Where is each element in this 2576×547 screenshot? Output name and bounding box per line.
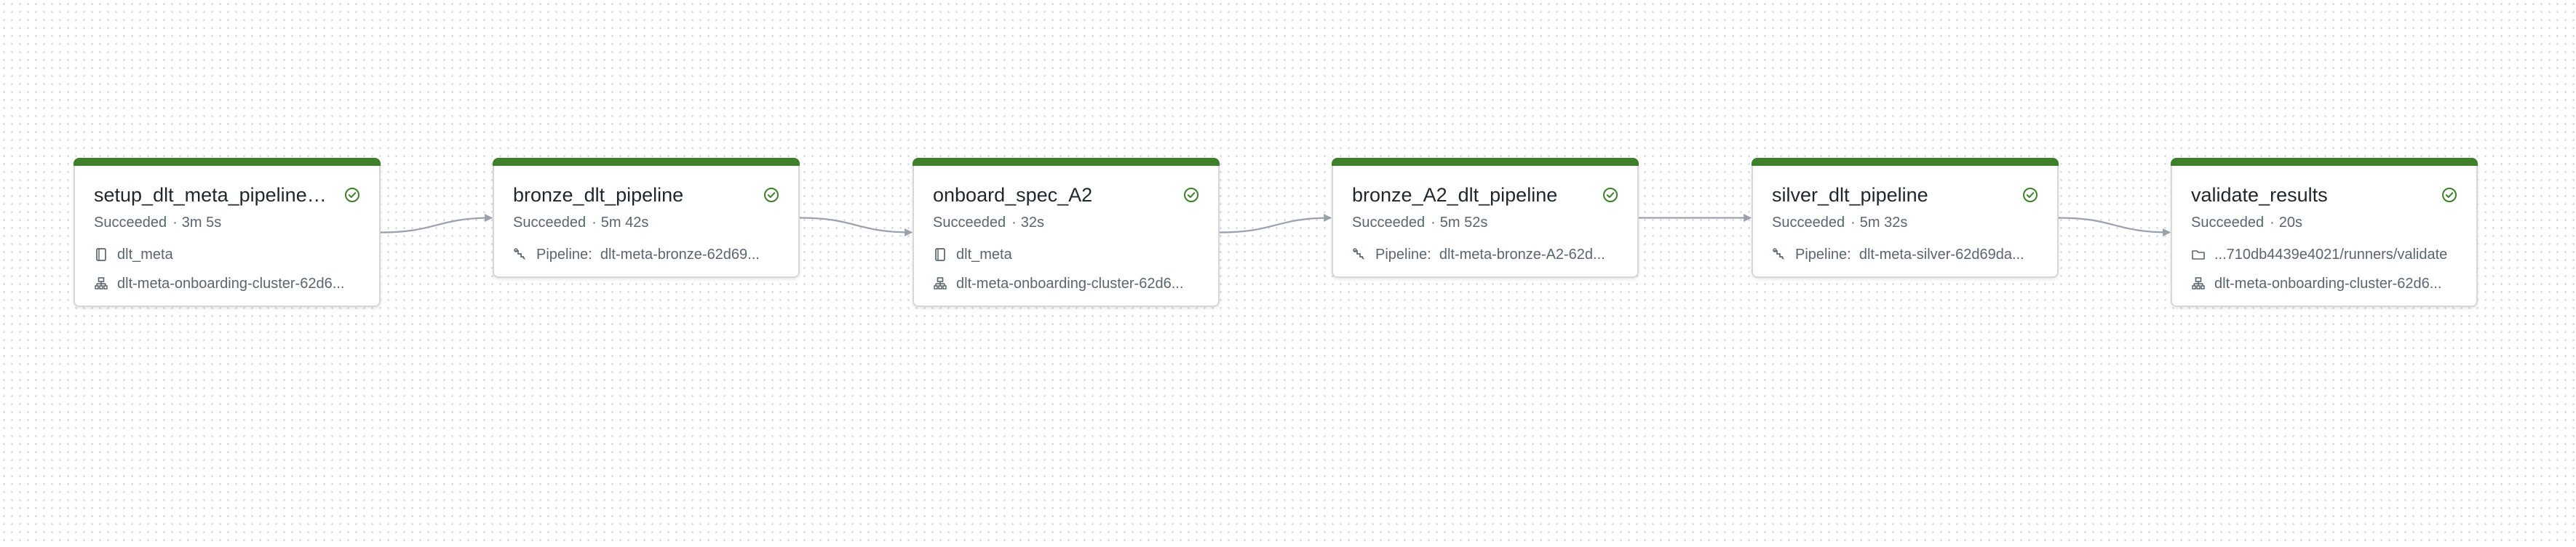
task-node-setup-dlt-meta-pipeline[interactable]: setup_dlt_meta_pipeline_... Succeeded · 3m … bbox=[73, 158, 381, 307]
job-dag-canvas[interactable]: setup_dlt_meta_pipeline_... Succeeded · 3m … bbox=[0, 0, 2576, 547]
task-detail-pipeline: Pipeline: dlt-meta-bronze-A2-62d... bbox=[1352, 245, 1621, 264]
dependency-edge bbox=[2058, 217, 2171, 236]
task-status-line: Succeeded · 5m 32s bbox=[1772, 213, 1907, 232]
detail-text[interactable]: dlt-meta-onboarding-cluster-62d6... bbox=[956, 274, 1202, 293]
task-detail-cluster: dlt-meta-onboarding-cluster-62d6... bbox=[933, 274, 1202, 293]
task-detail-notebook: dlt_meta bbox=[933, 245, 1202, 264]
duration-text: 5m 32s bbox=[1859, 215, 1908, 231]
detail-label: Pipeline: bbox=[1795, 247, 1851, 263]
detail-value: dlt-meta-silver-62d69da... bbox=[1859, 247, 2024, 263]
task-node-bronze-a2-dlt-pipeline[interactable]: bronze_A2_dlt_pipeline Succeeded · 5m 52s Pi… bbox=[1332, 158, 1639, 278]
dependency-edge bbox=[380, 214, 493, 233]
check-circle-icon bbox=[2441, 187, 2457, 203]
detail-text[interactable]: dlt-meta-onboarding-cluster-62d6... bbox=[117, 274, 363, 293]
dependency-edge bbox=[1219, 214, 1332, 233]
detail-text[interactable]: Pipeline: dlt-meta-silver-62d69da... bbox=[1795, 245, 2041, 264]
detail-text[interactable]: ...710db4439e4021/runners/validate bbox=[2214, 245, 2460, 264]
duration-text: 5m 42s bbox=[600, 215, 649, 231]
duration-text: 3m 5s bbox=[181, 215, 222, 231]
task-status-line: Succeeded · 20s bbox=[2191, 213, 2302, 232]
detail-text[interactable]: Pipeline: dlt-meta-bronze-62d69... bbox=[536, 245, 782, 264]
check-circle-icon bbox=[1602, 187, 1618, 203]
detail-value: dlt-meta-bronze-A2-62d... bbox=[1439, 247, 1605, 263]
task-status-line: Succeeded · 3m 5s bbox=[94, 213, 221, 232]
task-detail-cluster: dlt-meta-onboarding-cluster-62d6... bbox=[94, 274, 363, 293]
notebook-icon bbox=[94, 247, 108, 262]
duration-text: 5m 52s bbox=[1439, 215, 1488, 231]
task-detail-pipeline: Pipeline: dlt-meta-bronze-62d69... bbox=[513, 245, 782, 264]
detail-text[interactable]: dlt_meta bbox=[117, 245, 363, 264]
pipeline-icon bbox=[1772, 247, 1786, 262]
detail-label: Pipeline: bbox=[1375, 247, 1431, 263]
status-bar bbox=[1752, 158, 2059, 166]
task-detail-folder: ...710db4439e4021/runners/validate bbox=[2191, 245, 2460, 264]
separator-dot: · bbox=[1431, 215, 1436, 231]
task-title: onboard_spec_A2 bbox=[933, 184, 1093, 206]
check-circle-icon bbox=[763, 187, 779, 203]
status-text: Succeeded bbox=[94, 215, 167, 231]
notebook-icon bbox=[933, 247, 947, 262]
task-title: bronze_dlt_pipeline bbox=[513, 184, 684, 206]
detail-label: Pipeline: bbox=[536, 247, 592, 263]
pipeline-icon bbox=[513, 247, 528, 262]
task-node-bronze-dlt-pipeline[interactable]: bronze_dlt_pipeline Succeeded · 5m 42s Pipel… bbox=[493, 158, 800, 278]
task-detail-cluster: dlt-meta-onboarding-cluster-62d6... bbox=[2191, 274, 2460, 293]
task-title: bronze_A2_dlt_pipeline bbox=[1352, 184, 1558, 206]
status-text: Succeeded bbox=[2191, 215, 2265, 231]
detail-text[interactable]: dlt_meta bbox=[956, 245, 1202, 264]
task-status-line: Succeeded · 5m 42s bbox=[513, 213, 648, 232]
duration-text: 32s bbox=[1020, 215, 1044, 231]
pipeline-icon bbox=[1352, 247, 1367, 262]
check-circle-icon bbox=[344, 187, 360, 203]
status-bar bbox=[73, 158, 381, 166]
cluster-icon bbox=[933, 276, 947, 291]
status-text: Succeeded bbox=[1772, 215, 1845, 231]
status-text: Succeeded bbox=[933, 215, 1006, 231]
status-bar bbox=[2171, 158, 2478, 166]
task-title: validate_results bbox=[2191, 184, 2328, 206]
status-bar bbox=[913, 158, 1220, 166]
task-status-line: Succeeded · 32s bbox=[933, 213, 1044, 232]
cluster-icon bbox=[94, 276, 108, 291]
check-circle-icon bbox=[1183, 187, 1199, 203]
task-node-silver-dlt-pipeline[interactable]: silver_dlt_pipeline Succeeded · 5m 32s Pipel… bbox=[1752, 158, 2059, 278]
separator-dot: · bbox=[1011, 215, 1017, 231]
status-bar bbox=[1332, 158, 1639, 166]
separator-dot: · bbox=[592, 215, 597, 231]
task-detail-notebook: dlt_meta bbox=[94, 245, 363, 264]
task-node-onboard-spec-a2[interactable]: onboard_spec_A2 Succeeded · 32s dlt_meta dlt-… bbox=[913, 158, 1220, 307]
task-detail-pipeline: Pipeline: dlt-meta-silver-62d69da... bbox=[1772, 245, 2041, 264]
folder-icon bbox=[2191, 247, 2206, 262]
check-circle-icon bbox=[2022, 187, 2038, 203]
status-text: Succeeded bbox=[1352, 215, 1426, 231]
separator-dot: · bbox=[1850, 215, 1856, 231]
status-bar bbox=[493, 158, 800, 166]
task-title: setup_dlt_meta_pipeline_... bbox=[94, 184, 334, 206]
separator-dot: · bbox=[2270, 215, 2275, 231]
task-node-validate-results[interactable]: validate_results Succeeded · 20s ...710db443… bbox=[2171, 158, 2478, 307]
detail-text[interactable]: Pipeline: dlt-meta-bronze-A2-62d... bbox=[1375, 245, 1621, 264]
task-title: silver_dlt_pipeline bbox=[1772, 184, 1928, 206]
duration-text: 20s bbox=[2278, 215, 2302, 231]
separator-dot: · bbox=[172, 215, 178, 231]
dependency-edge bbox=[799, 217, 913, 236]
detail-value: dlt-meta-bronze-62d69... bbox=[600, 247, 760, 263]
detail-text[interactable]: dlt-meta-onboarding-cluster-62d6... bbox=[2214, 274, 2460, 293]
status-text: Succeeded bbox=[513, 215, 587, 231]
task-status-line: Succeeded · 5m 52s bbox=[1352, 213, 1487, 232]
cluster-icon bbox=[2191, 276, 2206, 291]
